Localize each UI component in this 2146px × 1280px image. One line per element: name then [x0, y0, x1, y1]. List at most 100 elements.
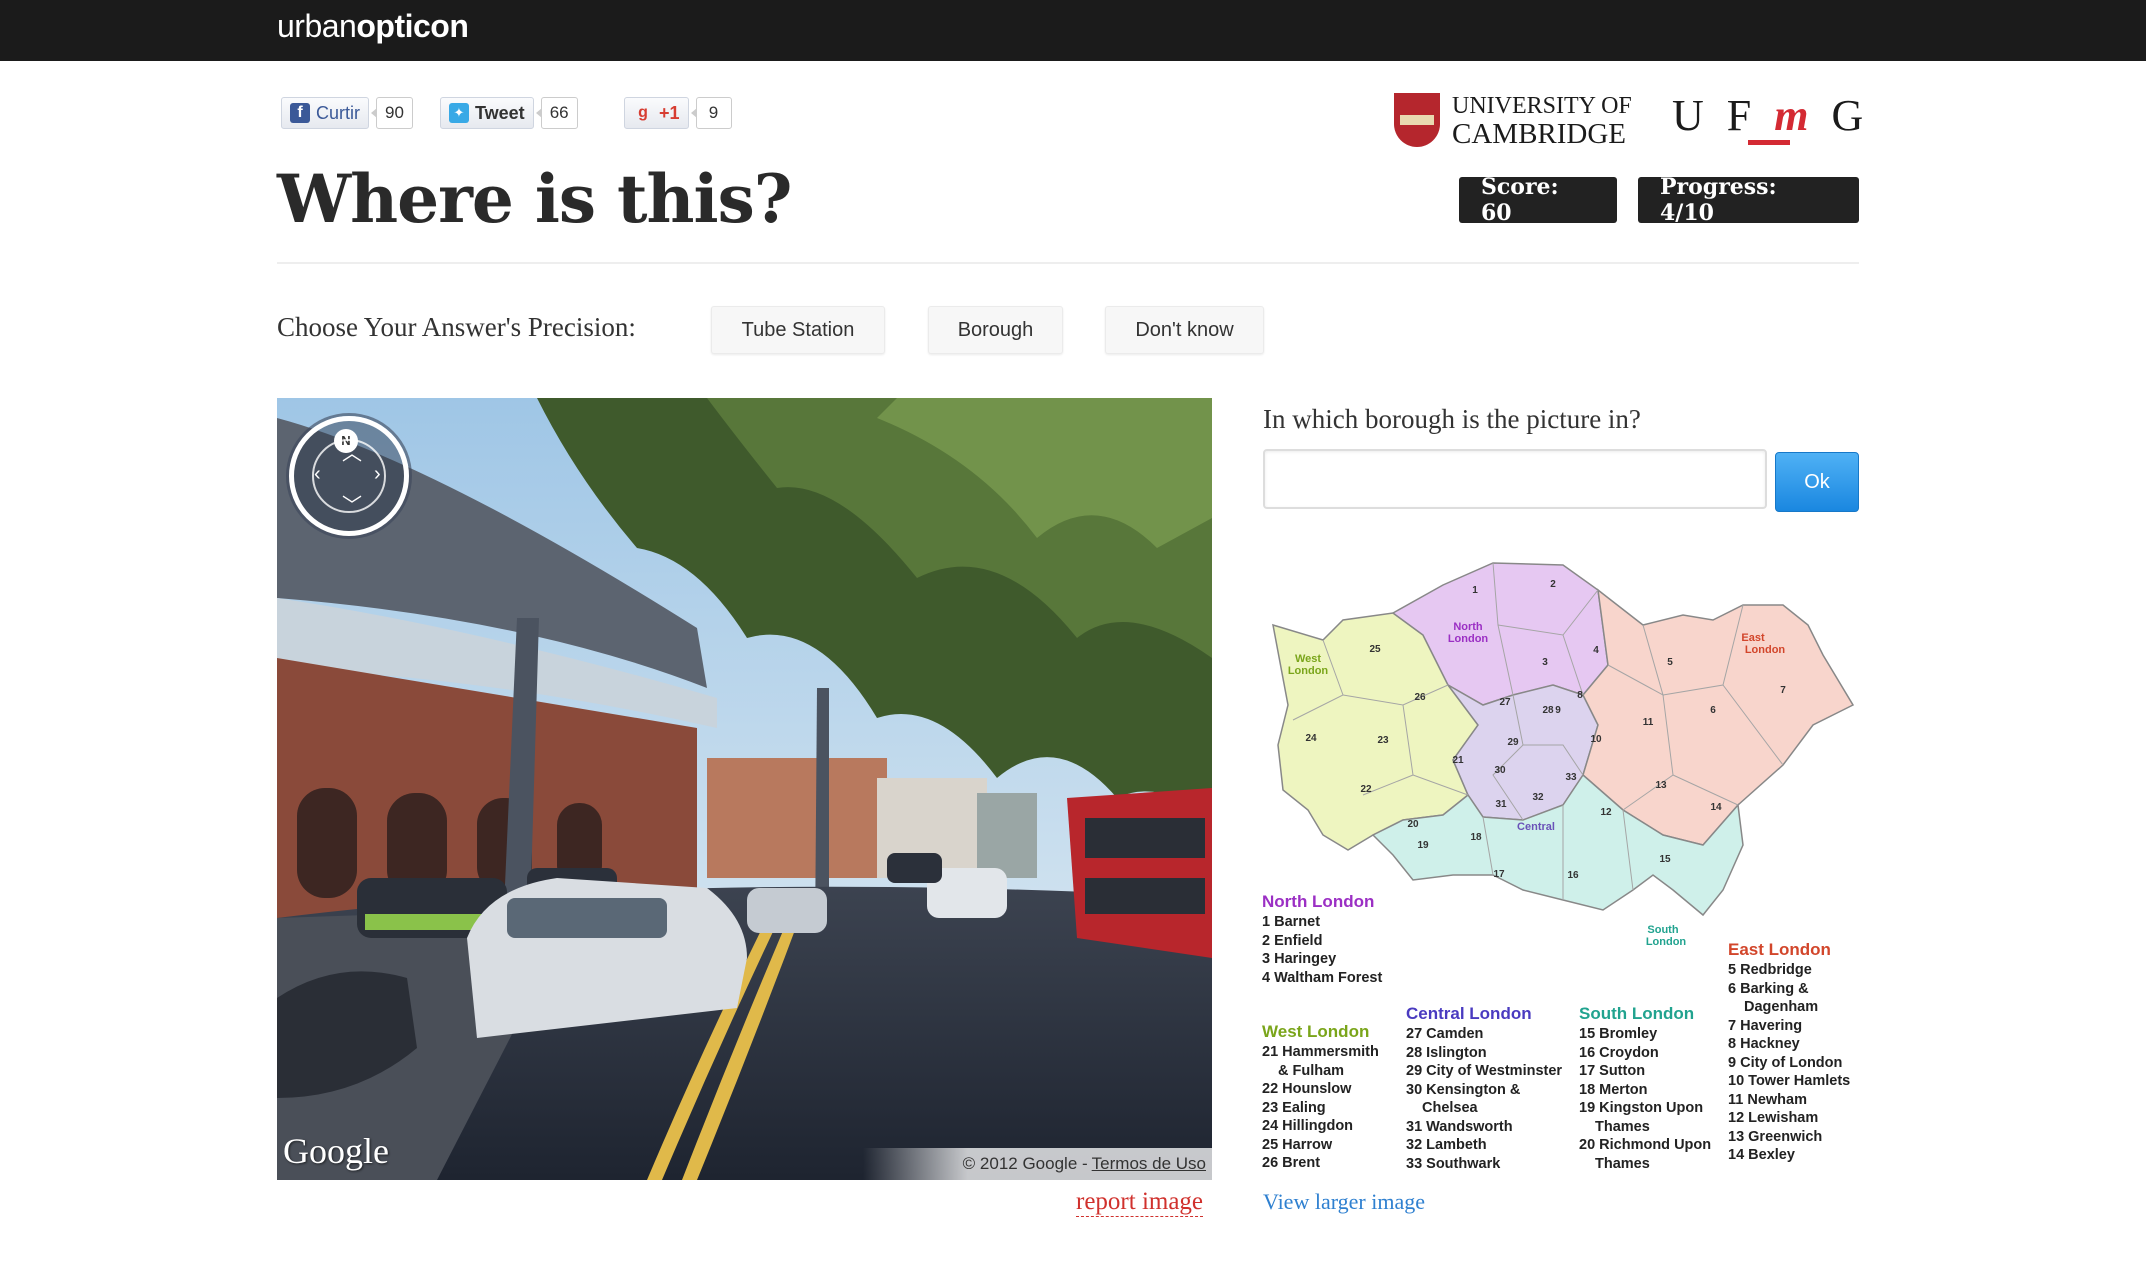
- legend-item: Thames: [1595, 1155, 1650, 1172]
- borough-number-15: 15: [1659, 854, 1671, 865]
- legend-north: North London 1 Barnet 2 Enfield 3 Haring…: [1262, 891, 1382, 987]
- central-region-label: Central: [1517, 821, 1555, 833]
- legend-item: 11 Newham: [1728, 1091, 1807, 1108]
- east-region-label-2: London: [1745, 644, 1786, 656]
- answer-input[interactable]: [1263, 449, 1767, 509]
- facebook-like: f Curtir 90: [281, 97, 413, 129]
- legend-west: West London 21 Hammersmith & Fulham 22 H…: [1262, 1021, 1379, 1173]
- borough-number-21: 21: [1452, 755, 1464, 766]
- pan-down-icon[interactable]: ﹀: [342, 489, 362, 518]
- legend-east-title: East London: [1728, 940, 1831, 959]
- plus-one-label: +1: [659, 102, 680, 123]
- progress-badge: Progress: 4/10: [1638, 174, 1859, 226]
- view-larger-image-link[interactable]: View larger image: [1263, 1189, 1425, 1215]
- legend-item: 15 Bromley: [1579, 1026, 1658, 1042]
- legend-item: 23 Ealing: [1262, 1099, 1326, 1116]
- cambridge-line-2: CAMBRIDGE: [1452, 118, 1627, 150]
- legend-item: 17 Sutton: [1579, 1063, 1646, 1079]
- twitter-tweet: ✦ Tweet 66: [440, 97, 578, 129]
- borough-number-16: 16: [1567, 870, 1579, 881]
- legend-item: Chelsea: [1422, 1100, 1478, 1116]
- tweet-count: 66: [535, 97, 578, 129]
- borough-number-19: 19: [1417, 840, 1429, 851]
- borough-number-4: 4: [1593, 645, 1599, 656]
- legend-item: & Fulham: [1278, 1062, 1345, 1079]
- legend-item: 9 City of London: [1728, 1054, 1843, 1071]
- legend-item: 5 Redbridge: [1728, 962, 1812, 978]
- legend-item: 12 Lewisham: [1728, 1110, 1819, 1126]
- borough-number-11: 11: [1643, 717, 1654, 728]
- north-region-label-2: London: [1448, 633, 1489, 645]
- legend-item: 21 Hammersmith: [1262, 1044, 1379, 1060]
- legend-item: 28 Islington: [1406, 1044, 1487, 1061]
- precision-dont-know-button[interactable]: Don't know: [1105, 306, 1264, 354]
- legend-item: 7 Havering: [1728, 1017, 1803, 1034]
- borough-number-18: 18: [1470, 832, 1482, 843]
- borough-number-24: 24: [1305, 733, 1317, 744]
- street-view-panorama[interactable]: N ︿ ﹀ ‹ › Google © 2012 Google - Termos d…: [277, 398, 1212, 1180]
- precision-label: Choose Your Answer's Precision:: [277, 312, 636, 342]
- borough-number-7: 7: [1780, 685, 1786, 696]
- score-badge: Score: 60: [1459, 174, 1617, 226]
- twitter-bird-icon: ✦: [449, 103, 469, 123]
- legend-item: Dagenham: [1744, 999, 1819, 1015]
- borough-number-32: 32: [1532, 792, 1544, 803]
- legend-north-title: North London: [1262, 892, 1375, 911]
- plus-one-button[interactable]: g +1: [624, 97, 689, 129]
- legend-east: East London 5 Redbridge 6 Barking & Dage…: [1728, 939, 1850, 1165]
- north-region-label-1: North: [1453, 621, 1483, 633]
- borough-number-28: 28: [1542, 705, 1554, 716]
- legend-item: 10 Tower Hamlets: [1728, 1073, 1851, 1089]
- ufmg-logo: U F m G: [1672, 90, 1869, 141]
- terms-of-use-link[interactable]: Termos de Uso: [1092, 1154, 1206, 1174]
- borough-number-1: 1: [1472, 585, 1478, 596]
- borough-number-17: 17: [1493, 869, 1505, 880]
- legend-west-title: West London: [1262, 1022, 1370, 1041]
- legend-item: 33 Southwark: [1406, 1155, 1501, 1172]
- legend-item: 13 Greenwich: [1728, 1128, 1823, 1145]
- precision-borough-button[interactable]: Borough: [928, 306, 1063, 354]
- west-region-label-1: West: [1295, 653, 1321, 665]
- pan-up-icon[interactable]: ︿: [342, 437, 362, 466]
- ufmg-m: m: [1774, 91, 1815, 140]
- legend-item: 14 Bexley: [1728, 1147, 1795, 1163]
- pan-right-icon[interactable]: ›: [374, 463, 381, 486]
- legend-south: South London 15 Bromley 16 Croydon 17 Su…: [1579, 1003, 1711, 1173]
- pan-left-icon[interactable]: ‹: [314, 463, 321, 486]
- east-region-label-1: East: [1741, 632, 1765, 644]
- brand-regular: urban: [277, 8, 357, 44]
- borough-number-26: 26: [1414, 692, 1426, 703]
- google-plus-icon: g: [638, 104, 648, 121]
- borough-number-14: 14: [1710, 802, 1722, 813]
- cambridge-logo: UNIVERSITY OF CAMBRIDGE: [1394, 92, 1632, 150]
- legend-item: 30 Kensington &: [1406, 1081, 1521, 1098]
- pan-control[interactable]: N ︿ ﹀ ‹ ›: [289, 416, 409, 536]
- legend-item: 31 Wandsworth: [1406, 1118, 1513, 1135]
- tweet-button[interactable]: ✦ Tweet: [440, 97, 534, 129]
- borough-number-10: 10: [1590, 734, 1602, 745]
- ok-button[interactable]: Ok: [1775, 452, 1859, 512]
- borough-number-6: 6: [1710, 705, 1716, 716]
- legend-item: 29 City of Westminster: [1406, 1063, 1563, 1079]
- facebook-icon: f: [290, 103, 310, 123]
- borough-number-33: 33: [1565, 772, 1577, 783]
- legend-central-title: Central London: [1406, 1004, 1532, 1023]
- brand-logo[interactable]: urbanopticon: [277, 8, 469, 45]
- page-title: Where is this?: [277, 160, 792, 238]
- facebook-like-button[interactable]: f Curtir: [281, 97, 369, 129]
- precision-tube-station-button[interactable]: Tube Station: [711, 306, 885, 354]
- legend-item: Thames: [1595, 1118, 1650, 1135]
- legend-item: 1 Barnet: [1262, 914, 1321, 930]
- borough-number-20: 20: [1407, 819, 1419, 830]
- legend-item: 4 Waltham Forest: [1262, 969, 1383, 986]
- question-text: In which borough is the picture in?: [1263, 404, 1641, 434]
- borough-number-3: 3: [1542, 657, 1548, 668]
- report-image-link[interactable]: report image: [1076, 1188, 1204, 1217]
- borough-number-25: 25: [1369, 644, 1381, 655]
- borough-number-12: 12: [1600, 807, 1612, 818]
- borough-number-29: 29: [1507, 737, 1519, 748]
- street-scene-image: [277, 398, 1212, 1180]
- cambridge-shield-icon: [1394, 93, 1440, 147]
- borough-number-27: 27: [1499, 697, 1511, 708]
- borough-number-5: 5: [1667, 657, 1673, 668]
